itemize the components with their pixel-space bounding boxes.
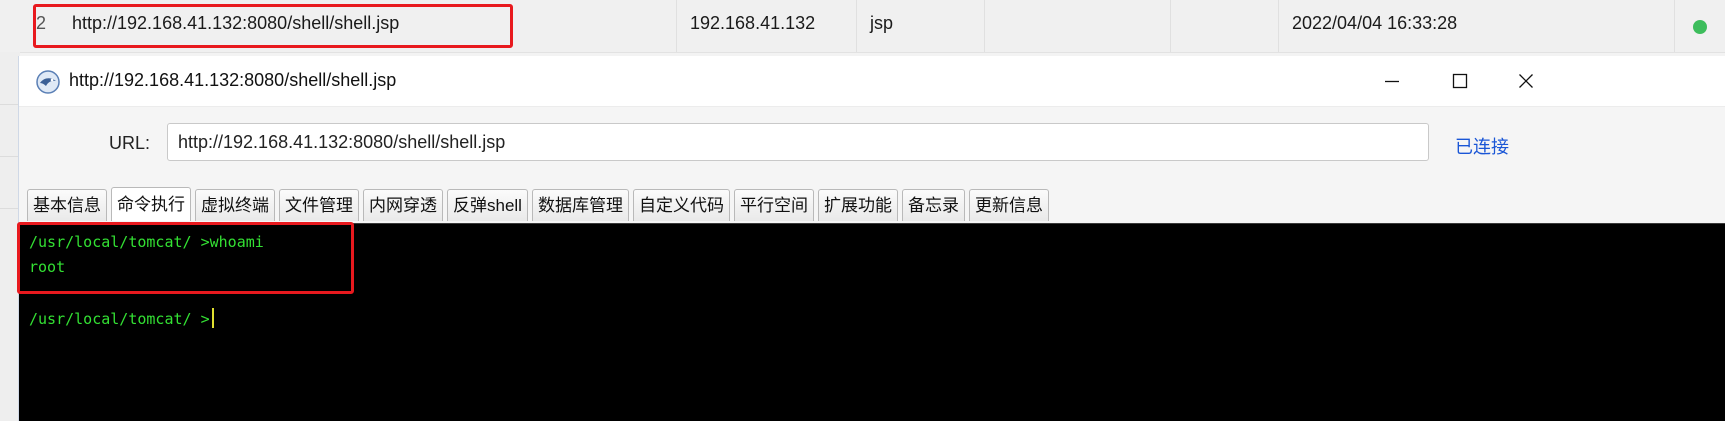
tab-command-exec[interactable]: 命令执行 (111, 187, 191, 221)
online-status-dot (1693, 20, 1707, 34)
column-divider (1674, 0, 1675, 52)
connection-status-link[interactable]: 已连接 (1455, 133, 1509, 159)
shell-list-row[interactable]: 2 http://192.168.41.132:8080/shell/shell… (0, 0, 1725, 53)
text-cursor (211, 308, 214, 328)
row-time: 2022/04/04 16:33:28 (1292, 13, 1458, 33)
column-divider (676, 0, 677, 52)
row-ip: 192.168.41.132 (690, 13, 816, 33)
tab-reverse-shell[interactable]: 反弹shell (447, 189, 528, 221)
tab-parallel-space[interactable]: 平行空间 (733, 189, 814, 221)
row-type: jsp (870, 13, 894, 33)
column-divider (984, 0, 985, 52)
tab-extensions[interactable]: 扩展功能 (817, 189, 898, 221)
tab-virtual-terminal[interactable]: 虚拟终端 (195, 189, 275, 221)
minimize-icon (1385, 80, 1399, 83)
row-index: 2 (36, 13, 47, 33)
minimize-button[interactable] (1359, 56, 1425, 106)
tab-update-info[interactable]: 更新信息 (968, 189, 1049, 221)
terminal-line-output: root (29, 258, 66, 276)
tab-intranet-tunnel[interactable]: 内网穿透 (363, 189, 443, 221)
url-input[interactable] (167, 123, 1429, 161)
column-divider (856, 0, 857, 52)
tab-basic-info[interactable]: 基本信息 (27, 189, 107, 221)
terminal-prompt: /usr/local/tomcat/ > (29, 310, 210, 328)
command-terminal[interactable]: /usr/local/tomcat/ >whoami root /usr/loc… (19, 223, 1725, 421)
window-titlebar[interactable]: http://192.168.41.132:8080/shell/shell.j… (19, 56, 1725, 107)
column-divider (1278, 0, 1279, 52)
row-url: http://192.168.41.132:8080/shell/shell.j… (72, 13, 400, 33)
list-left-strip (0, 52, 20, 421)
url-bar: URL: 已连接 (19, 107, 1725, 182)
shell-window: http://192.168.41.132:8080/shell/shell.j… (18, 56, 1725, 421)
function-tabs: 基本信息 命令执行 虚拟终端 文件管理 内网穿透 反弹shell 数据库管理 自… (27, 187, 1053, 223)
maximize-button[interactable] (1427, 56, 1493, 106)
app-logo-icon (36, 70, 60, 94)
close-button[interactable] (1493, 56, 1559, 106)
close-icon (1519, 74, 1533, 88)
terminal-prompt-line: /usr/local/tomcat/ > (29, 308, 214, 328)
tab-database-manager[interactable]: 数据库管理 (531, 189, 629, 221)
tab-memo[interactable]: 备忘录 (901, 189, 965, 221)
terminal-line-command: /usr/local/tomcat/ >whoami (29, 233, 264, 251)
maximize-icon (1452, 73, 1468, 89)
tab-file-manager[interactable]: 文件管理 (279, 189, 359, 221)
url-label: URL: (109, 133, 151, 153)
screenshot-root: 2 http://192.168.41.132:8080/shell/shell… (0, 0, 1725, 421)
column-divider (1170, 0, 1171, 52)
tab-custom-code[interactable]: 自定义代码 (632, 189, 730, 221)
window-title: http://192.168.41.132:8080/shell/shell.j… (69, 70, 397, 90)
